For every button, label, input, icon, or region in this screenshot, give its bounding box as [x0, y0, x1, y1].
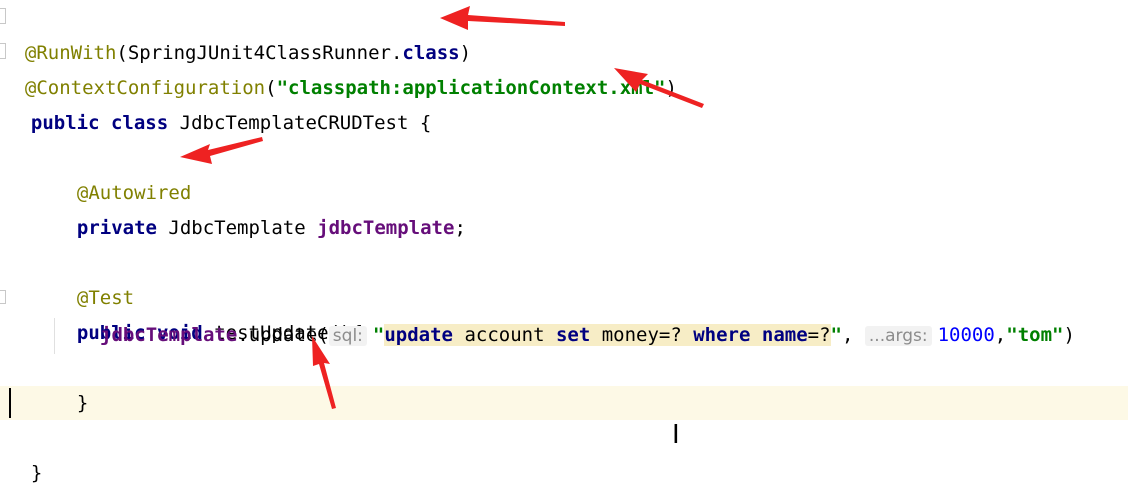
- arrow-context-config: [614, 68, 704, 108]
- annotation-arrows: [180, 6, 704, 409]
- class-close-brace: }: [30, 462, 43, 484]
- arrow-update: [312, 336, 336, 409]
- arrow-autowired: [180, 137, 263, 164]
- arrow-runwith: [440, 6, 565, 30]
